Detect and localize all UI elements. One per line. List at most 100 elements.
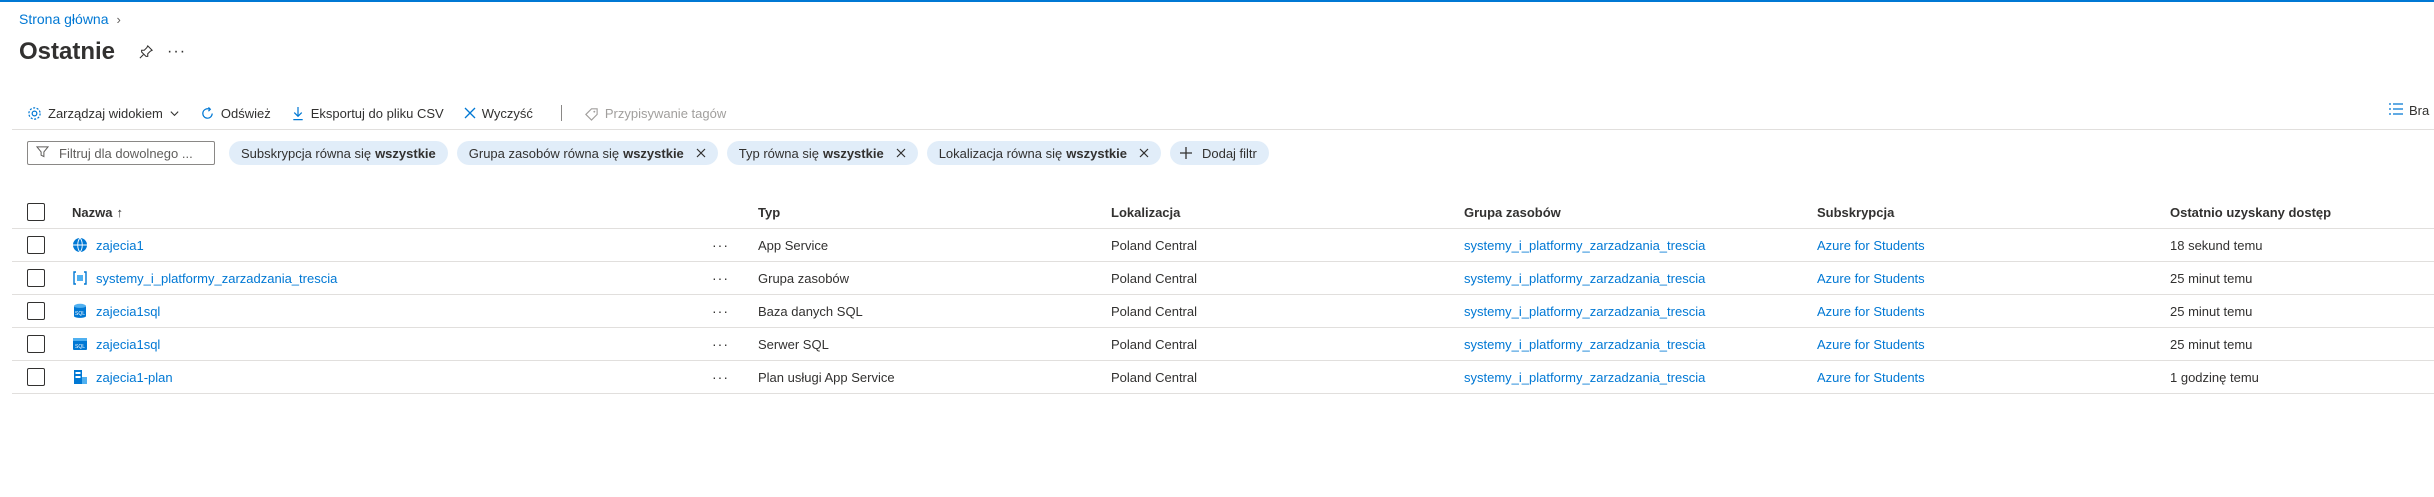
last-accessed: 1 godzinę temu: [2170, 369, 2259, 385]
column-header-name-label: Nazwa: [72, 204, 113, 220]
breadcrumb-home-link[interactable]: Strona główna: [19, 11, 109, 27]
resource-type: Plan usługi App Service: [758, 369, 895, 385]
assign-tags-label: Przypisywanie tagów: [604, 105, 727, 121]
row-checkbox[interactable]: [27, 236, 45, 254]
refresh-icon: [200, 106, 215, 121]
row-checkbox[interactable]: [27, 368, 45, 386]
top-accent-line: [0, 0, 2434, 2]
table-row: systemy_i_platformy_zarzadzania_trescia …: [12, 262, 2434, 295]
manage-view-label: Zarządzaj widokiem: [48, 105, 163, 121]
clear-button[interactable]: Wyczyść: [464, 106, 533, 121]
tag-icon: [584, 106, 599, 121]
subscription-link[interactable]: Azure for Students: [1817, 370, 1925, 385]
resource-location: Poland Central: [1111, 237, 1197, 253]
export-csv-label: Eksportuj do pliku CSV: [310, 105, 444, 121]
subscription-link[interactable]: Azure for Students: [1817, 238, 1925, 253]
row-more-button[interactable]: ···: [712, 270, 729, 286]
resource-name-link[interactable]: zajecia1sql: [96, 304, 160, 319]
resource-name-link[interactable]: zajecia1sql: [96, 337, 160, 352]
last-accessed: 25 minut temu: [2170, 270, 2253, 286]
resource-name-link[interactable]: systemy_i_platformy_zarzadzania_trescia: [96, 271, 337, 286]
plus-icon: [1179, 147, 1192, 159]
breadcrumb-separator: ›: [116, 11, 121, 27]
manage-view-button[interactable]: Zarządzaj widokiem: [27, 106, 180, 121]
filter-pill-location[interactable]: Lokalizacja równa się wszystkie: [926, 141, 1161, 165]
resource-location: Poland Central: [1111, 369, 1197, 385]
filter-pill-subscription[interactable]: Subskrypcja równa się wszystkie: [229, 141, 448, 165]
export-csv-button[interactable]: Eksportuj do pliku CSV: [291, 106, 444, 121]
remove-filter-icon[interactable]: [896, 148, 906, 158]
pin-icon[interactable]: [137, 43, 155, 61]
table-row: SQL zajecia1sql ··· Baza danych SQL Pola…: [12, 295, 2434, 328]
remove-filter-icon[interactable]: [1139, 148, 1149, 158]
column-header-type[interactable]: Typ: [758, 196, 780, 228]
table-row: zajecia1 ··· App Service Poland Central …: [12, 229, 2434, 262]
filter-pill-prefix: Subskrypcja równa się: [241, 145, 372, 161]
subscription-link[interactable]: Azure for Students: [1817, 337, 1925, 352]
refresh-button[interactable]: Odśwież: [200, 106, 271, 121]
resource-name-link[interactable]: zajecia1: [96, 238, 144, 253]
filter-bar: Subskrypcja równa się wszystkie Grupa za…: [27, 141, 1278, 165]
row-more-button[interactable]: ···: [712, 336, 729, 352]
gear-icon: [27, 106, 42, 121]
toolbar-right-label: Bra: [2409, 103, 2430, 118]
more-options-button[interactable]: ···: [167, 43, 186, 61]
assign-tags-button[interactable]: Przypisywanie tagów: [584, 106, 726, 121]
clear-label: Wyczyść: [481, 105, 533, 121]
add-filter-label: Dodaj filtr: [1201, 145, 1257, 161]
toolbar-divider: [560, 105, 562, 121]
resource-type: App Service: [758, 237, 829, 253]
row-more-button[interactable]: ···: [712, 237, 729, 253]
resource-group-link[interactable]: systemy_i_platformy_zarzadzania_trescia: [1464, 304, 1705, 319]
svg-text:SQL: SQL: [75, 344, 85, 350]
svg-text:SQL: SQL: [75, 311, 85, 317]
chevron-down-icon: [169, 108, 180, 119]
filter-pill-prefix: Typ równa się: [738, 145, 819, 161]
refresh-label: Odśwież: [220, 105, 271, 121]
column-header-subscription[interactable]: Subskrypcja: [1817, 196, 1894, 228]
filter-pill-type[interactable]: Typ równa się wszystkie: [726, 141, 918, 165]
row-checkbox[interactable]: [27, 335, 45, 353]
resource-location: Poland Central: [1111, 270, 1197, 286]
subscription-link[interactable]: Azure for Students: [1817, 271, 1925, 286]
subscription-link[interactable]: Azure for Students: [1817, 304, 1925, 319]
row-more-button[interactable]: ···: [712, 369, 729, 385]
column-header-location[interactable]: Lokalizacja: [1111, 196, 1180, 228]
resource-location: Poland Central: [1111, 303, 1197, 319]
sort-ascending-icon: ↑: [116, 204, 123, 220]
resources-table: Nazwa ↑ Typ Lokalizacja Grupa zasobów Su…: [12, 196, 2434, 394]
table-header-row: Nazwa ↑ Typ Lokalizacja Grupa zasobów Su…: [12, 196, 2434, 229]
toolbar-right-button[interactable]: Bra: [2389, 103, 2429, 118]
resource-group-link[interactable]: systemy_i_platformy_zarzadzania_trescia: [1464, 370, 1705, 385]
resource-group-link[interactable]: systemy_i_platformy_zarzadzania_trescia: [1464, 238, 1705, 253]
breadcrumb: Strona główna ›: [19, 11, 121, 27]
filter-pill-resource-group[interactable]: Grupa zasobów równa się wszystkie: [456, 141, 718, 165]
resource-name-link[interactable]: zajecia1-plan: [96, 370, 173, 385]
filter-pill-value: wszystkie: [623, 145, 684, 161]
sql-database-icon: SQL: [72, 303, 88, 319]
resource-group-link[interactable]: systemy_i_platformy_zarzadzania_trescia: [1464, 271, 1705, 286]
column-header-resource-group[interactable]: Grupa zasobów: [1464, 196, 1561, 228]
last-accessed: 25 minut temu: [2170, 303, 2253, 319]
resource-type: Grupa zasobów: [758, 270, 850, 286]
row-checkbox[interactable]: [27, 302, 45, 320]
app-service-plan-icon: [72, 369, 88, 385]
title-row: Ostatnie ···: [19, 38, 186, 66]
add-filter-button[interactable]: Dodaj filtr: [1169, 141, 1269, 165]
row-checkbox[interactable]: [27, 269, 45, 287]
sql-server-icon: SQL: [72, 336, 88, 352]
remove-filter-icon[interactable]: [696, 148, 706, 158]
filter-pill-value: wszystkie: [375, 145, 436, 161]
column-header-last-accessed[interactable]: Ostatnio uzyskany dostęp: [2170, 196, 2331, 228]
table-row: zajecia1-plan ··· Plan usługi App Servic…: [12, 361, 2434, 394]
toolbar-divider-line: [12, 129, 2434, 130]
row-more-button[interactable]: ···: [712, 303, 729, 319]
column-header-name[interactable]: Nazwa ↑: [72, 196, 123, 228]
filter-search-input[interactable]: [57, 144, 201, 162]
toolbar: Zarządzaj widokiem Odśwież Eksportuj do …: [27, 101, 746, 125]
filter-search-box: [27, 141, 215, 165]
table-row: SQL zajecia1sql ··· Serwer SQL Poland Ce…: [12, 328, 2434, 361]
resource-group-link[interactable]: systemy_i_platformy_zarzadzania_trescia: [1464, 337, 1705, 352]
close-icon: [464, 107, 476, 119]
select-all-checkbox[interactable]: [27, 203, 45, 221]
